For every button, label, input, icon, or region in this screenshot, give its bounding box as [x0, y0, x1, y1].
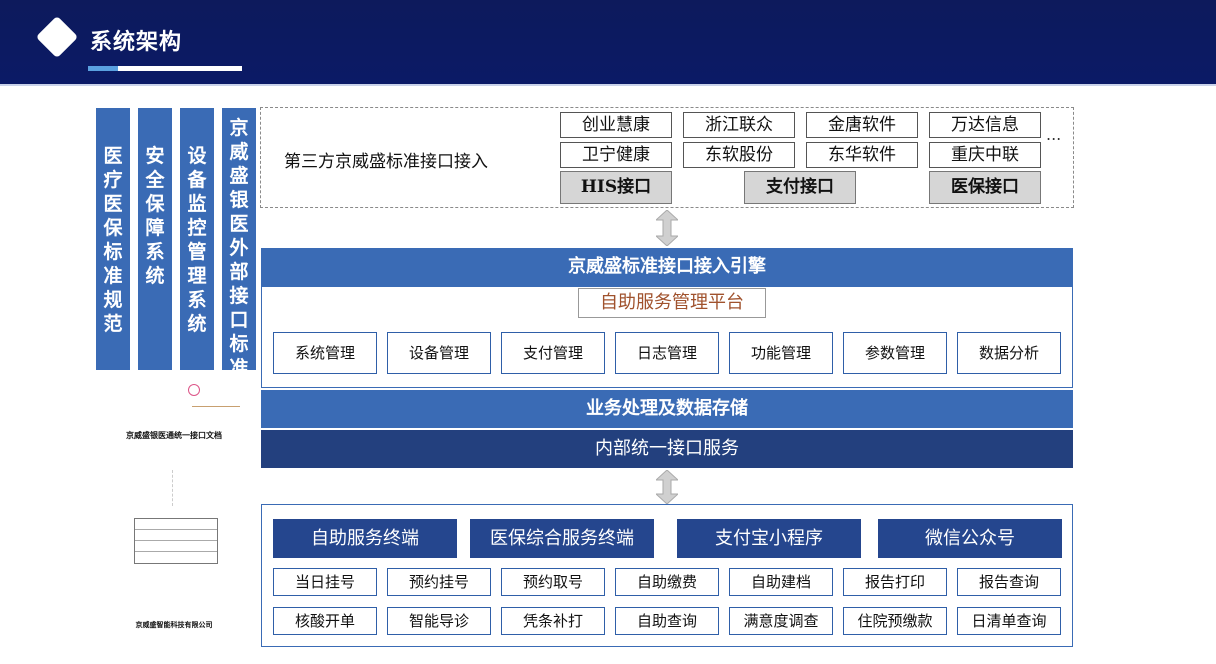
double-arrow-icon [656, 210, 678, 246]
title-underline [118, 66, 242, 71]
service-box: 住院预缴款 [843, 607, 947, 635]
vendor-box: 东华软件 [806, 142, 918, 168]
document-company: 京威盛智能科技有限公司 [135, 621, 213, 629]
page-title: 系统架构 [90, 30, 183, 55]
insurance-interface-box: 医保接口 [929, 171, 1041, 204]
header-bar: 系统架构 [0, 0, 1216, 84]
service-box: 报告打印 [843, 568, 947, 596]
service-box: 自助查询 [615, 607, 719, 635]
service-box: 日清单查询 [957, 607, 1061, 635]
module-box: 系统管理 [273, 332, 377, 374]
document-stamp-line [192, 392, 240, 407]
diamond-icon [35, 15, 79, 59]
payment-interface-box: 支付接口 [744, 171, 856, 204]
vendor-box: 浙江联众 [683, 112, 795, 138]
vendor-more: ... [1046, 125, 1062, 144]
engine-title-bar: 京威盛标准接口接入引擎 [261, 248, 1073, 286]
side-column-medical-standard: 医疗医保标准规范 [96, 108, 130, 370]
service-box: 预约取号 [501, 568, 605, 596]
service-box: 预约挂号 [387, 568, 491, 596]
module-box: 功能管理 [729, 332, 833, 374]
terminal-box: 支付宝小程序 [677, 519, 861, 558]
vendor-box: 重庆中联 [929, 142, 1041, 168]
business-layer-bar: 业务处理及数据存储 [261, 390, 1073, 428]
vendor-box: 卫宁健康 [560, 142, 672, 168]
platform-title: 自助服务管理平台 [578, 288, 766, 318]
document-info-table [134, 518, 218, 564]
module-box: 参数管理 [843, 332, 947, 374]
service-box: 满意度调查 [729, 607, 833, 635]
vendor-box: 创业慧康 [560, 112, 672, 138]
vendor-box: 东软股份 [683, 142, 795, 168]
document-title: 京威盛银医通统一接口文档 [126, 431, 222, 440]
service-box: 自助建档 [729, 568, 833, 596]
internal-layer-bar: 内部统一接口服务 [261, 430, 1073, 468]
module-box: 日志管理 [615, 332, 719, 374]
vendor-box: 金唐软件 [806, 112, 918, 138]
terminal-box: 微信公众号 [878, 519, 1062, 558]
vendor-box: 万达信息 [929, 112, 1041, 138]
service-box: 智能导诊 [387, 607, 491, 635]
service-box: 核酸开单 [273, 607, 377, 635]
service-box: 当日挂号 [273, 568, 377, 596]
side-column-security: 安全保障系统 [138, 108, 172, 370]
module-box: 设备管理 [387, 332, 491, 374]
module-box: 支付管理 [501, 332, 605, 374]
terminal-box: 自助服务终端 [273, 519, 457, 558]
side-column-external-interface: 京威盛银医外部接口标准 [222, 108, 256, 379]
title-underline-accent [88, 66, 118, 71]
side-column-device-monitor: 设备监控管理系统 [180, 108, 214, 370]
service-box: 凭条补打 [501, 607, 605, 635]
third-party-label: 第三方京威盛标准接口接入 [284, 152, 488, 172]
his-interface-box: HIS接口 [560, 171, 672, 204]
document-divider [172, 470, 173, 506]
service-box: 自助缴费 [615, 568, 719, 596]
double-arrow-icon [656, 470, 678, 504]
module-box: 数据分析 [957, 332, 1061, 374]
terminal-box: 医保综合服务终端 [470, 519, 654, 558]
interface-document-thumbnail: 京威盛银医通统一接口文档 京威盛智能科技有限公司 [104, 378, 244, 654]
service-box: 报告查询 [957, 568, 1061, 596]
